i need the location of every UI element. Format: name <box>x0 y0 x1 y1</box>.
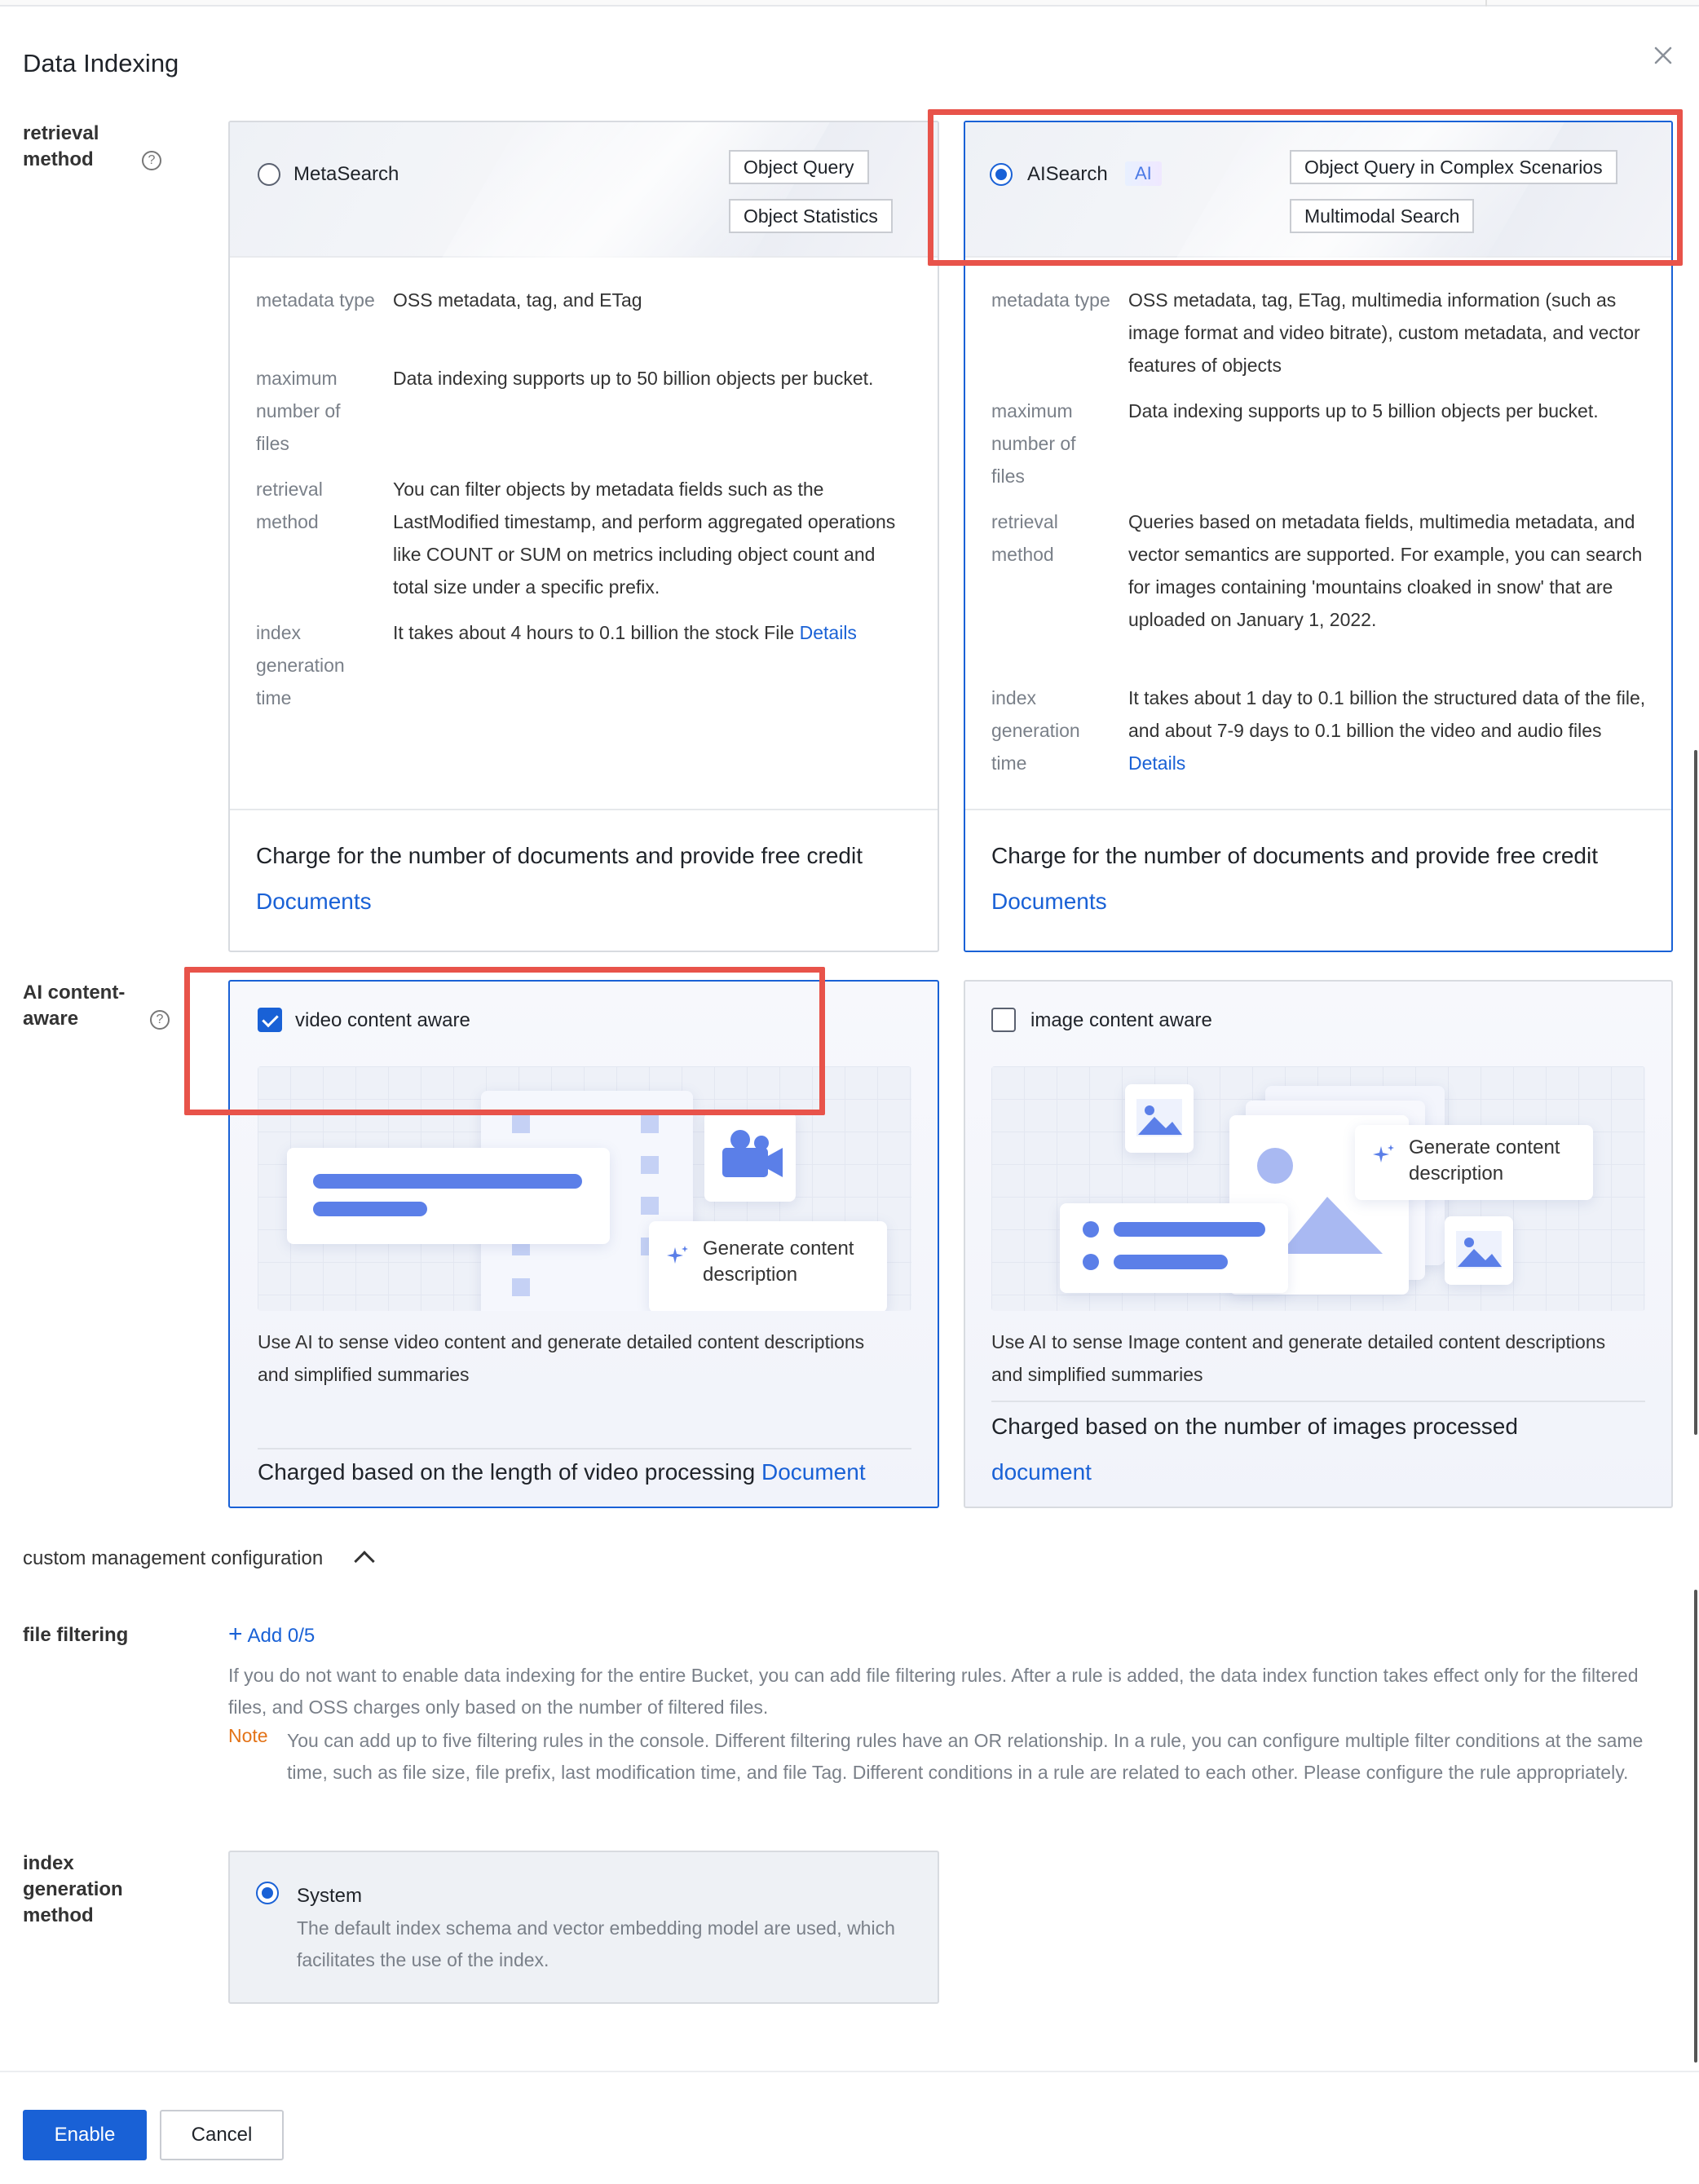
card-divider <box>258 1448 911 1449</box>
sparkle-icon <box>1373 1145 1394 1163</box>
camera-panel <box>704 1112 796 1202</box>
retrieval-method-value: Queries based on metadata fields, multim… <box>1128 511 1643 630</box>
metadata-type-value: OSS metadata, tag, and ETag <box>393 289 642 311</box>
video-description: Use AI to sense video content and genera… <box>258 1331 865 1385</box>
plus-icon: + <box>228 1621 243 1648</box>
retrieval-method-value: You can filter objects by metadata field… <box>393 479 896 598</box>
chevron-up-icon[interactable] <box>354 1551 375 1572</box>
ai-content-aware-text: AI content-aware <box>23 982 126 1030</box>
metadata-type-key: metadata type <box>991 289 1110 311</box>
footer-divider <box>0 2071 1699 2072</box>
image-checkbox[interactable] <box>991 1008 1016 1032</box>
video-charge: Charged based on the length of video pro… <box>258 1459 866 1485</box>
add-filter-button[interactable]: + Add 0/5 <box>228 1622 316 1648</box>
max-files-value: Data indexing supports up to 50 billion … <box>393 368 874 389</box>
picture-icon <box>1136 1099 1182 1136</box>
video-camera-icon <box>722 1130 783 1177</box>
index-method-label: index generation method <box>23 1852 123 1926</box>
add-filter-label: Add 0/5 <box>247 1625 316 1647</box>
note-label: Note <box>228 1725 268 1746</box>
index-time-key: index generation time <box>991 687 1080 774</box>
file-filtering-description: If you do not want to enable data indexi… <box>228 1665 1639 1718</box>
text-panel <box>287 1148 610 1244</box>
help-icon[interactable]: ? <box>142 150 161 170</box>
ai-content-aware-label: AI content-aware? <box>23 980 186 1032</box>
image-thumb-panel <box>1445 1216 1513 1285</box>
help-icon[interactable]: ? <box>150 1009 170 1030</box>
documents-link[interactable]: Documents <box>256 889 372 915</box>
card-divider <box>991 1401 1645 1402</box>
max-files-key: maximum number of files <box>256 368 341 454</box>
retrieval-method-label: retrieval method? <box>23 121 186 173</box>
system-option-card[interactable]: System The default index schema and vect… <box>228 1851 939 2004</box>
charge-text: Charge for the number of documents and p… <box>256 843 863 868</box>
metasearch-card-header <box>230 122 938 302</box>
max-files-key: maximum number of files <box>991 400 1076 487</box>
documents-link[interactable]: Documents <box>991 889 1107 915</box>
index-time-text: It takes about 1 day to 0.1 billion the … <box>1128 687 1646 741</box>
metasearch-name: MetaSearch <box>293 163 399 185</box>
scrollbar[interactable] <box>1694 750 1697 1435</box>
metadata-type-key: metadata type <box>256 289 375 311</box>
image-content-aware-name: image content aware <box>1030 1009 1212 1031</box>
close-icon[interactable] <box>1648 41 1678 70</box>
top-divider <box>0 0 1699 7</box>
tag-object-statistics: Object Statistics <box>729 199 893 233</box>
document-link[interactable]: Document <box>761 1459 866 1485</box>
scrollbar-lower[interactable] <box>1694 1590 1697 2063</box>
generate-text: Generate content description <box>703 1238 854 1286</box>
image-description: Use AI to sense Image content and genera… <box>991 1331 1606 1385</box>
metadata-type-value: OSS metadata, tag, ETag, multimedia info… <box>1128 289 1640 376</box>
details-link[interactable]: Details <box>1128 752 1185 774</box>
picture-icon <box>1456 1231 1502 1268</box>
image-thumb-panel <box>1125 1084 1194 1153</box>
system-radio[interactable] <box>256 1882 279 1904</box>
index-time-text: It takes about 4 hours to 0.1 billion th… <box>393 622 795 643</box>
dialog-title: Data Indexing <box>23 49 179 77</box>
generate-text: Generate content description <box>1409 1136 1560 1185</box>
document-link[interactable]: document <box>991 1459 1092 1485</box>
top-divider-notch <box>1485 0 1487 7</box>
generate-panel: Generate content description <box>649 1221 887 1311</box>
video-charge-text: Charged based on the length of video pro… <box>258 1459 756 1485</box>
highlight-box-video <box>184 967 825 1115</box>
metasearch-radio[interactable] <box>258 163 280 186</box>
enable-button[interactable]: Enable <box>23 2110 147 2160</box>
system-option-name: System <box>297 1885 363 1907</box>
card-divider <box>965 809 1671 810</box>
metasearch-card[interactable]: MetaSearch Object Query Object Statistic… <box>228 121 939 952</box>
text-panel <box>1060 1203 1288 1293</box>
index-time-value: It takes about 4 hours to 0.1 billion th… <box>393 616 923 649</box>
custom-config-toggle[interactable]: custom management configuration <box>23 1547 323 1570</box>
card-divider <box>230 809 938 810</box>
image-charge: Charged based on the number of images pr… <box>991 1414 1518 1439</box>
image-illustration: Generate content description <box>991 1066 1645 1311</box>
generate-panel: Generate content description <box>1355 1125 1593 1200</box>
retrieval-method-key: retrieval method <box>991 511 1058 565</box>
retrieval-method-text: retrieval method <box>23 122 99 170</box>
system-option-desc: The default index schema and vector embe… <box>297 1917 895 1970</box>
retrieval-method-key: retrieval method <box>256 479 323 532</box>
highlight-box-aisearch <box>928 109 1683 266</box>
tag-object-query: Object Query <box>729 150 869 184</box>
image-content-aware-card[interactable]: image content aware Generate content des… <box>964 980 1673 1508</box>
index-time-key: index generation time <box>256 622 345 708</box>
index-time-value: It takes about 1 day to 0.1 billion the … <box>1128 682 1650 779</box>
details-link[interactable]: Details <box>800 622 857 643</box>
charge-text: Charge for the number of documents and p… <box>991 843 1598 868</box>
cancel-button[interactable]: Cancel <box>160 2110 284 2160</box>
note-text: You can add up to five filtering rules i… <box>287 1730 1644 1783</box>
sparkle-icon <box>667 1246 688 1264</box>
max-files-value: Data indexing supports up to 5 billion o… <box>1128 400 1599 421</box>
file-filtering-label: file filtering <box>23 1624 129 1646</box>
